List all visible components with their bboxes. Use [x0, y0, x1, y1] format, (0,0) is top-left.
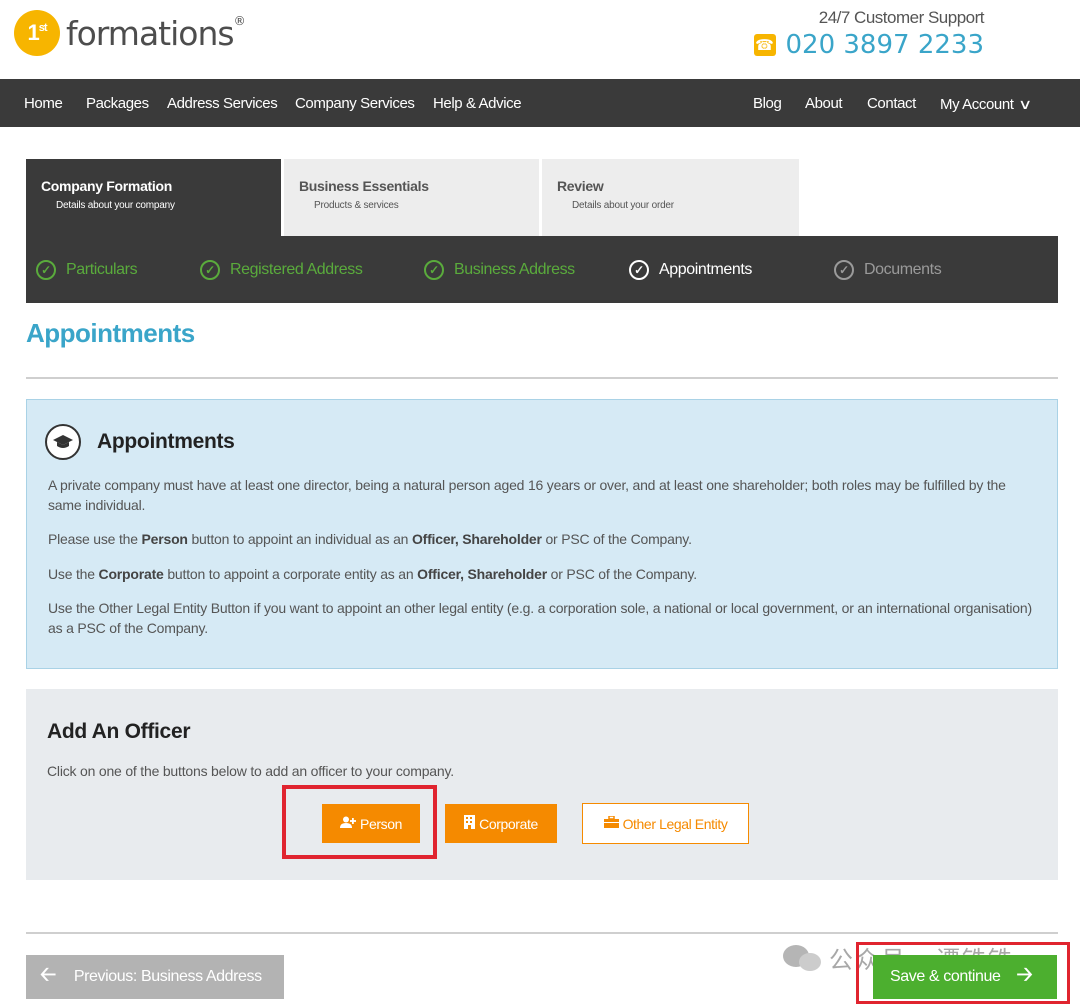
logo-text: formations® — [66, 13, 246, 53]
tab-subtitle: Details about your order — [572, 200, 674, 211]
highlight-box — [856, 942, 1070, 1004]
customer-support: 24/7 Customer Support ☎ 020 3897 2233 — [753, 8, 985, 60]
tab-title: Company Formation — [41, 178, 173, 194]
check-circle-icon: ✓ — [200, 259, 220, 280]
briefcase-icon — [603, 815, 619, 831]
nav-address-services[interactable]: Address Services — [167, 79, 278, 127]
other-legal-entity-button[interactable]: Other Legal Entity — [582, 803, 749, 844]
building-icon — [464, 815, 476, 832]
divider — [26, 377, 1058, 379]
support-label: 24/7 Customer Support — [818, 8, 985, 27]
tab-title: Review — [557, 178, 604, 194]
check-circle-icon: ✓ — [424, 259, 444, 280]
nav-my-account[interactable]: My Account ∨ — [940, 79, 1032, 127]
substep-registered-address[interactable]: ✓ Registered Address — [200, 236, 363, 303]
nav-packages[interactable]: Packages — [86, 79, 149, 127]
tab-review[interactable]: Review Details about your order — [542, 159, 799, 236]
nav-contact[interactable]: Contact — [867, 79, 916, 127]
nav-home[interactable]: Home — [24, 79, 63, 127]
nav-company-services[interactable]: Company Services — [295, 79, 415, 127]
substep-business-address[interactable]: ✓ Business Address — [424, 236, 575, 303]
logo-badge: 1st — [14, 10, 60, 56]
nav-help-advice[interactable]: Help & Advice — [433, 79, 522, 127]
nav-about[interactable]: About — [805, 79, 843, 127]
add-officer-panel: Add An Officer Click on one of the butto… — [26, 689, 1058, 880]
add-user-icon — [340, 816, 357, 831]
chevron-down-icon: ∨ — [1017, 96, 1032, 112]
substep-particulars[interactable]: ✓ Particulars — [36, 236, 138, 303]
nav-blog[interactable]: Blog — [753, 79, 782, 127]
graduation-cap-icon — [45, 424, 81, 460]
support-phone[interactable]: 020 3897 2233 — [786, 30, 985, 60]
info-paragraph-2: Please use the Person button to appoint … — [48, 531, 692, 547]
info-paragraph-4: Use the Other Legal Entity Button if you… — [48, 600, 1032, 636]
tab-title: Business Essentials — [299, 178, 429, 194]
phone-icon: ☎ — [753, 34, 776, 56]
site-logo[interactable]: 1st formations® — [14, 10, 246, 56]
appointments-info-box: Appointments A private company must have… — [26, 399, 1058, 669]
tab-business-essentials[interactable]: Business Essentials Products & services — [284, 159, 539, 236]
officer-title: Add An Officer — [47, 720, 191, 743]
info-title: Appointments — [97, 430, 235, 453]
person-button[interactable]: Person — [322, 804, 420, 843]
arrow-left-icon: 🡠 — [40, 964, 56, 986]
check-circle-icon: ✓ — [36, 259, 56, 280]
tab-subtitle: Products & services — [314, 200, 399, 211]
page-title: Appointments — [26, 318, 195, 348]
site-header: 1st formations® 24/7 Customer Support ☎ … — [0, 0, 1080, 78]
divider — [26, 932, 1058, 934]
check-circle-icon: ✓ — [834, 259, 854, 280]
main-nav: Home Packages Address Services Company S… — [0, 79, 1080, 127]
tab-company-formation[interactable]: Company Formation Details about your com… — [26, 159, 281, 236]
substep-appointments[interactable]: ✓ Appointments — [629, 236, 752, 303]
tab-subtitle: Details about your company — [56, 200, 175, 211]
corporate-button[interactable]: Corporate — [445, 804, 557, 843]
officer-description: Click on one of the buttons below to add… — [47, 763, 454, 779]
substep-documents[interactable]: ✓ Documents — [834, 236, 942, 303]
info-paragraph-3: Use the Corporate button to appoint a co… — [48, 566, 697, 582]
check-circle-icon: ✓ — [629, 259, 649, 280]
info-paragraph-1: A private company must have at least one… — [48, 477, 1006, 513]
previous-button[interactable]: 🡠 Previous: Business Address — [26, 955, 284, 999]
substep-bar: ✓ Particulars ✓ Registered Address ✓ Busine… — [26, 236, 1058, 303]
wechat-icon — [783, 943, 823, 973]
